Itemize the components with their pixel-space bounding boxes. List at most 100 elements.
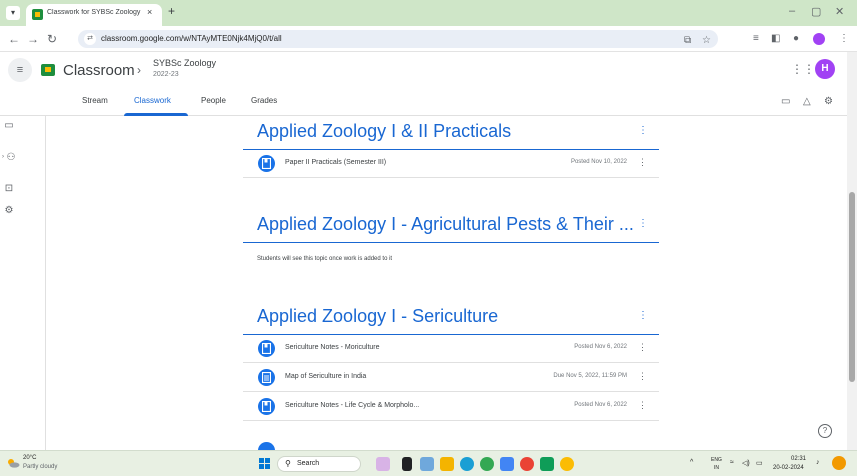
minimize-icon[interactable]: – (789, 5, 795, 17)
material-icon (258, 398, 275, 415)
active-tab-indicator (124, 113, 188, 116)
tray-chevron-icon[interactable]: ^ (690, 459, 693, 466)
list-item[interactable]: Sericulture Notes - Life Cycle & Morphol… (243, 393, 659, 421)
classroom-logo-icon[interactable] (41, 64, 55, 76)
browser-tab[interactable]: Classwork for SYBSc Zoology 2 × (26, 4, 162, 26)
notification-bell-icon[interactable]: ♪ (816, 459, 820, 466)
bookmark-star-icon[interactable]: ☆ (702, 35, 711, 46)
classroom-header: ≡ Classroom › SYBSc Zoology 2022-23 ⋮⋮⋮ … (0, 52, 857, 88)
main-menu-icon[interactable]: ≡ (8, 58, 32, 82)
tab-stream[interactable]: Stream (82, 96, 108, 105)
list-item[interactable]: Sericulture Notes - Moriculture Posted N… (243, 335, 659, 363)
settings-icon[interactable]: ⚙ (2, 205, 16, 216)
topic-section: Applied Zoology I - Sericulture ⋮ Sericu… (243, 302, 659, 459)
weather-description[interactable]: Partly cloudy (23, 464, 57, 470)
page-scrollbar-thumb[interactable] (849, 192, 855, 382)
taskbar-search[interactable]: ⚲ Search (277, 456, 361, 472)
list-item[interactable]: Map of Sericulture in India Due Nov 5, 2… (243, 364, 659, 392)
language-indicator[interactable]: ENG (711, 457, 722, 463)
windows-taskbar: 20°C Partly cloudy ⚲ Search ^ ENG IN ≈ ◁… (0, 450, 857, 476)
topic-title[interactable]: Applied Zoology I - Agricultural Pests &… (257, 214, 634, 235)
item-date: Posted Nov 10, 2022 (570, 159, 627, 165)
task-view-icon[interactable] (402, 457, 412, 471)
item-options-icon[interactable]: ⋮ (638, 400, 647, 411)
item-title: Sericulture Notes - Life Cycle & Morphol… (285, 402, 420, 409)
topic-title[interactable]: Applied Zoology I & II Practicals (257, 121, 511, 142)
list-item-partial[interactable] (243, 422, 659, 459)
topic-options-icon[interactable]: ⋮ (638, 218, 648, 229)
side-panel-icon[interactable]: ◧ (771, 33, 780, 44)
weather-temperature[interactable]: 20°C (23, 455, 36, 461)
copilot-tray-icon[interactable] (832, 456, 846, 470)
language-region[interactable]: IN (714, 465, 719, 471)
url-text[interactable]: classroom.google.com/w/NTAyMTE0Njk4MjQ0/… (101, 34, 282, 43)
windows-start-icon[interactable] (259, 458, 271, 470)
widgets-app-icon[interactable] (420, 457, 434, 471)
file-explorer-icon[interactable] (440, 457, 454, 471)
app-title[interactable]: Classroom (63, 62, 135, 79)
list-item[interactable]: Paper II Practicals (Semester III) Poste… (243, 150, 659, 178)
copilot-app-icon[interactable] (376, 457, 390, 471)
classroom-favicon-icon (32, 9, 43, 20)
clock-date[interactable]: 20-02-2024 (773, 465, 804, 471)
help-icon[interactable]: ? (818, 424, 832, 438)
reload-icon[interactable]: ↻ (47, 32, 57, 46)
enrolled-people-icon[interactable]: ⚇ (4, 152, 18, 163)
tab-classwork[interactable]: Classwork (134, 96, 171, 105)
volume-icon[interactable]: ◁) (742, 459, 750, 467)
chrome-profile-icon[interactable] (520, 457, 534, 471)
left-navigation-rail: ⌂ ▭ › ⚇ ⊡ ⚙ (0, 88, 46, 450)
account-avatar[interactable]: H (815, 59, 835, 79)
topic-options-icon[interactable]: ⋮ (638, 310, 648, 321)
wifi-icon[interactable]: ≈ (730, 459, 734, 466)
restore-icon[interactable]: ▢ (811, 5, 821, 18)
chrome-icon[interactable] (480, 457, 494, 471)
extensions-icon[interactable]: ≡ (753, 33, 759, 44)
calendar-icon[interactable]: ▭ (2, 120, 16, 131)
forward-icon[interactable]: → (27, 32, 39, 46)
battery-icon[interactable]: ▭ (756, 459, 763, 467)
topic-title[interactable]: Applied Zoology I - Sericulture (257, 306, 498, 327)
partly-cloudy-icon[interactable] (6, 458, 20, 468)
install-app-icon[interactable]: ⧉ (684, 35, 691, 46)
item-options-icon[interactable]: ⋮ (638, 157, 647, 168)
browser-profile-avatar[interactable] (813, 33, 825, 45)
browser-tab-strip: ▾ Classwork for SYBSc Zoology 2 × + – ▢ … (0, 0, 857, 26)
material-icon (258, 155, 275, 172)
class-tabs: Stream Classwork People Grades ▭ △ ⚙ (0, 88, 847, 116)
item-options-icon[interactable]: ⋮ (638, 371, 647, 382)
topic-section: Applied Zoology I - Agricultural Pests &… (243, 210, 659, 272)
item-due-date: Due Nov 5, 2022, 11:59 PM (553, 373, 627, 379)
topic-divider (243, 242, 659, 243)
new-tab-icon[interactable]: + (168, 4, 175, 18)
material-icon (258, 340, 275, 357)
back-icon[interactable]: ← (8, 32, 20, 46)
chrome-alt-icon[interactable] (560, 457, 574, 471)
tab-people[interactable]: People (201, 96, 226, 105)
class-name[interactable]: SYBSc Zoology (153, 58, 216, 68)
browser-toolbar: ← → ↻ ⇄ classroom.google.com/w/NTAyMTE0N… (0, 26, 857, 52)
archived-classes-icon[interactable]: ⊡ (2, 183, 16, 194)
topic-section: Applied Zoology I & II Practicals ⋮ Pape… (243, 117, 659, 189)
google-calendar-icon[interactable]: ▭ (781, 96, 790, 107)
search-placeholder: Search (297, 460, 320, 467)
address-bar[interactable]: ⇄ classroom.google.com/w/NTAyMTE0Njk4MjQ… (78, 30, 718, 48)
class-settings-icon[interactable]: ⚙ (824, 96, 833, 107)
tab-grades[interactable]: Grades (251, 96, 277, 105)
google-drive-icon[interactable]: △ (803, 96, 811, 107)
edge-browser-icon[interactable] (460, 457, 474, 471)
topic-options-icon[interactable]: ⋮ (638, 125, 648, 136)
profile-shortcut-icon[interactable]: ● (793, 33, 799, 44)
breadcrumb-chevron-icon: › (137, 63, 141, 77)
item-date: Posted Nov 6, 2022 (574, 402, 627, 408)
item-options-icon[interactable]: ⋮ (638, 342, 647, 353)
site-info-icon[interactable]: ⇄ (84, 33, 96, 45)
store-app-icon[interactable] (500, 457, 514, 471)
tab-close-icon[interactable]: × (147, 7, 152, 17)
clock-time[interactable]: 02:31 (791, 456, 806, 462)
close-window-icon[interactable]: ✕ (835, 5, 844, 18)
classroom-app-icon[interactable] (540, 457, 554, 471)
item-title: Map of Sericulture in India (285, 373, 367, 380)
browser-menu-icon[interactable]: ⋮ (839, 33, 849, 44)
tab-search-icon[interactable]: ▾ (6, 6, 20, 20)
